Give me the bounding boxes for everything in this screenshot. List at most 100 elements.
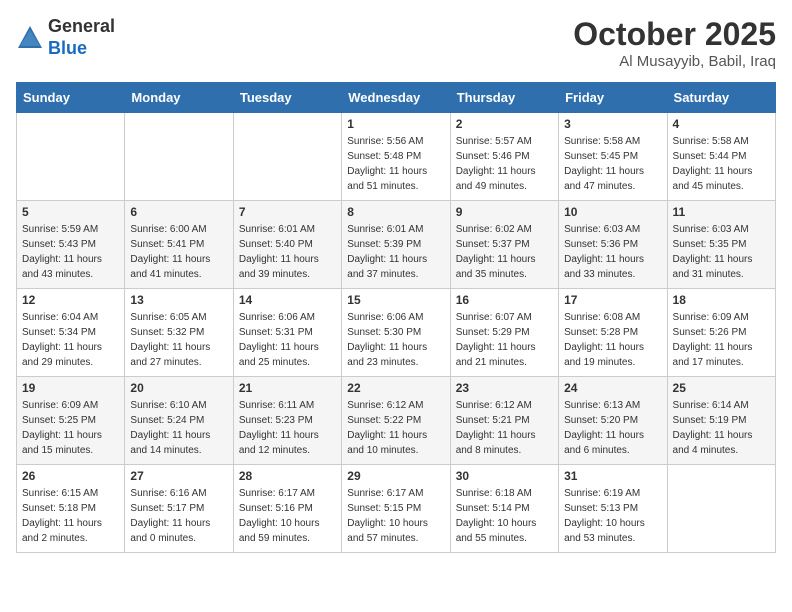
day-number: 14 xyxy=(239,293,336,307)
calendar-day-cell: 29 Sunrise: 6:17 AMSunset: 5:15 PMDaylig… xyxy=(342,465,450,553)
day-info: Sunrise: 6:03 AMSunset: 5:36 PMDaylight:… xyxy=(564,224,644,280)
calendar-day-cell: 12 Sunrise: 6:04 AMSunset: 5:34 PMDaylig… xyxy=(17,289,125,377)
day-info: Sunrise: 5:59 AMSunset: 5:43 PMDaylight:… xyxy=(22,224,102,280)
day-number: 6 xyxy=(130,205,227,219)
calendar-day-cell: 23 Sunrise: 6:12 AMSunset: 5:21 PMDaylig… xyxy=(450,377,558,465)
calendar-day-cell: 15 Sunrise: 6:06 AMSunset: 5:30 PMDaylig… xyxy=(342,289,450,377)
day-number: 24 xyxy=(564,381,661,395)
day-info: Sunrise: 6:01 AMSunset: 5:39 PMDaylight:… xyxy=(347,224,427,280)
day-info: Sunrise: 6:05 AMSunset: 5:32 PMDaylight:… xyxy=(130,312,210,368)
calendar-week-row: 19 Sunrise: 6:09 AMSunset: 5:25 PMDaylig… xyxy=(17,377,776,465)
page-header: General Blue October 2025 Al Musayyib, B… xyxy=(16,16,776,70)
weekday-header: Tuesday xyxy=(233,83,341,113)
day-info: Sunrise: 5:56 AMSunset: 5:48 PMDaylight:… xyxy=(347,136,427,192)
calendar-day-cell: 27 Sunrise: 6:16 AMSunset: 5:17 PMDaylig… xyxy=(125,465,233,553)
calendar-day-cell: 14 Sunrise: 6:06 AMSunset: 5:31 PMDaylig… xyxy=(233,289,341,377)
day-info: Sunrise: 6:17 AMSunset: 5:15 PMDaylight:… xyxy=(347,488,428,544)
day-number: 25 xyxy=(673,381,770,395)
day-number: 9 xyxy=(456,205,553,219)
calendar-day-cell: 26 Sunrise: 6:15 AMSunset: 5:18 PMDaylig… xyxy=(17,465,125,553)
day-info: Sunrise: 6:08 AMSunset: 5:28 PMDaylight:… xyxy=(564,312,644,368)
day-number: 18 xyxy=(673,293,770,307)
calendar-day-cell: 7 Sunrise: 6:01 AMSunset: 5:40 PMDayligh… xyxy=(233,201,341,289)
day-number: 30 xyxy=(456,469,553,483)
logo-general-text: General xyxy=(48,16,115,36)
day-number: 28 xyxy=(239,469,336,483)
calendar-day-cell: 21 Sunrise: 6:11 AMSunset: 5:23 PMDaylig… xyxy=(233,377,341,465)
day-number: 23 xyxy=(456,381,553,395)
calendar-day-cell xyxy=(125,113,233,201)
day-number: 13 xyxy=(130,293,227,307)
calendar-day-cell: 4 Sunrise: 5:58 AMSunset: 5:44 PMDayligh… xyxy=(667,113,775,201)
day-number: 21 xyxy=(239,381,336,395)
day-number: 16 xyxy=(456,293,553,307)
calendar-week-row: 12 Sunrise: 6:04 AMSunset: 5:34 PMDaylig… xyxy=(17,289,776,377)
day-number: 31 xyxy=(564,469,661,483)
calendar-day-cell: 11 Sunrise: 6:03 AMSunset: 5:35 PMDaylig… xyxy=(667,201,775,289)
day-info: Sunrise: 6:15 AMSunset: 5:18 PMDaylight:… xyxy=(22,488,102,544)
day-number: 2 xyxy=(456,117,553,131)
calendar-week-row: 26 Sunrise: 6:15 AMSunset: 5:18 PMDaylig… xyxy=(17,465,776,553)
day-info: Sunrise: 6:18 AMSunset: 5:14 PMDaylight:… xyxy=(456,488,537,544)
calendar-day-cell: 10 Sunrise: 6:03 AMSunset: 5:36 PMDaylig… xyxy=(559,201,667,289)
day-info: Sunrise: 6:04 AMSunset: 5:34 PMDaylight:… xyxy=(22,312,102,368)
weekday-header: Wednesday xyxy=(342,83,450,113)
day-info: Sunrise: 5:58 AMSunset: 5:44 PMDaylight:… xyxy=(673,136,753,192)
day-number: 19 xyxy=(22,381,119,395)
calendar-day-cell: 13 Sunrise: 6:05 AMSunset: 5:32 PMDaylig… xyxy=(125,289,233,377)
day-number: 8 xyxy=(347,205,444,219)
calendar-day-cell: 6 Sunrise: 6:00 AMSunset: 5:41 PMDayligh… xyxy=(125,201,233,289)
logo: General Blue xyxy=(16,16,115,59)
day-number: 27 xyxy=(130,469,227,483)
day-number: 3 xyxy=(564,117,661,131)
day-number: 11 xyxy=(673,205,770,219)
day-info: Sunrise: 6:19 AMSunset: 5:13 PMDaylight:… xyxy=(564,488,645,544)
calendar-day-cell: 1 Sunrise: 5:56 AMSunset: 5:48 PMDayligh… xyxy=(342,113,450,201)
weekday-header: Thursday xyxy=(450,83,558,113)
calendar-table: SundayMondayTuesdayWednesdayThursdayFrid… xyxy=(16,82,776,553)
calendar-day-cell: 9 Sunrise: 6:02 AMSunset: 5:37 PMDayligh… xyxy=(450,201,558,289)
calendar-week-row: 1 Sunrise: 5:56 AMSunset: 5:48 PMDayligh… xyxy=(17,113,776,201)
day-number: 7 xyxy=(239,205,336,219)
calendar-day-cell xyxy=(17,113,125,201)
day-info: Sunrise: 6:00 AMSunset: 5:41 PMDaylight:… xyxy=(130,224,210,280)
day-info: Sunrise: 6:02 AMSunset: 5:37 PMDaylight:… xyxy=(456,224,536,280)
day-info: Sunrise: 6:12 AMSunset: 5:21 PMDaylight:… xyxy=(456,400,536,456)
day-number: 17 xyxy=(564,293,661,307)
month-title: October 2025 xyxy=(573,16,776,53)
calendar-day-cell: 19 Sunrise: 6:09 AMSunset: 5:25 PMDaylig… xyxy=(17,377,125,465)
calendar-day-cell: 2 Sunrise: 5:57 AMSunset: 5:46 PMDayligh… xyxy=(450,113,558,201)
logo-blue-text: Blue xyxy=(48,38,87,58)
calendar-day-cell: 31 Sunrise: 6:19 AMSunset: 5:13 PMDaylig… xyxy=(559,465,667,553)
calendar-day-cell: 16 Sunrise: 6:07 AMSunset: 5:29 PMDaylig… xyxy=(450,289,558,377)
calendar-day-cell: 18 Sunrise: 6:09 AMSunset: 5:26 PMDaylig… xyxy=(667,289,775,377)
day-number: 5 xyxy=(22,205,119,219)
calendar-week-row: 5 Sunrise: 5:59 AMSunset: 5:43 PMDayligh… xyxy=(17,201,776,289)
calendar-day-cell: 30 Sunrise: 6:18 AMSunset: 5:14 PMDaylig… xyxy=(450,465,558,553)
day-number: 22 xyxy=(347,381,444,395)
calendar-day-cell: 24 Sunrise: 6:13 AMSunset: 5:20 PMDaylig… xyxy=(559,377,667,465)
day-number: 12 xyxy=(22,293,119,307)
day-info: Sunrise: 6:09 AMSunset: 5:26 PMDaylight:… xyxy=(673,312,753,368)
logo-icon xyxy=(16,24,44,52)
calendar-day-cell: 3 Sunrise: 5:58 AMSunset: 5:45 PMDayligh… xyxy=(559,113,667,201)
calendar-day-cell: 25 Sunrise: 6:14 AMSunset: 5:19 PMDaylig… xyxy=(667,377,775,465)
day-info: Sunrise: 5:57 AMSunset: 5:46 PMDaylight:… xyxy=(456,136,536,192)
weekday-header: Monday xyxy=(125,83,233,113)
day-number: 20 xyxy=(130,381,227,395)
day-number: 29 xyxy=(347,469,444,483)
calendar-day-cell: 8 Sunrise: 6:01 AMSunset: 5:39 PMDayligh… xyxy=(342,201,450,289)
day-info: Sunrise: 6:12 AMSunset: 5:22 PMDaylight:… xyxy=(347,400,427,456)
day-number: 26 xyxy=(22,469,119,483)
calendar-day-cell xyxy=(233,113,341,201)
day-info: Sunrise: 6:11 AMSunset: 5:23 PMDaylight:… xyxy=(239,400,319,456)
location-text: Al Musayyib, Babil, Iraq xyxy=(573,53,776,70)
day-number: 4 xyxy=(673,117,770,131)
day-number: 10 xyxy=(564,205,661,219)
calendar-day-cell: 28 Sunrise: 6:17 AMSunset: 5:16 PMDaylig… xyxy=(233,465,341,553)
day-info: Sunrise: 6:13 AMSunset: 5:20 PMDaylight:… xyxy=(564,400,644,456)
day-info: Sunrise: 6:09 AMSunset: 5:25 PMDaylight:… xyxy=(22,400,102,456)
title-block: October 2025 Al Musayyib, Babil, Iraq xyxy=(573,16,776,70)
day-info: Sunrise: 6:07 AMSunset: 5:29 PMDaylight:… xyxy=(456,312,536,368)
day-info: Sunrise: 6:10 AMSunset: 5:24 PMDaylight:… xyxy=(130,400,210,456)
